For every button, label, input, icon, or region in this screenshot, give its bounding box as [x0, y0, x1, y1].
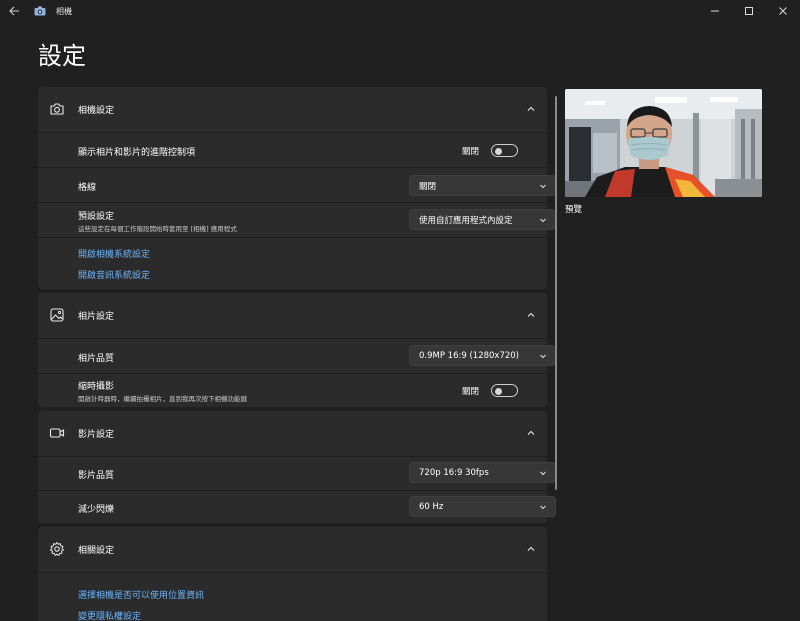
preview-label: 預覽 — [565, 205, 583, 215]
close-icon[interactable] — [766, 0, 800, 22]
dropdown-value: 使用自訂應用程式內設定 — [419, 215, 513, 226]
flicker-reduction-dropdown[interactable]: 60 Hz — [409, 496, 556, 517]
row-description: 開啟計時器時，繼續拍攝相片，直到我再次按下相機功能鍵 — [78, 395, 247, 403]
gridlines-dropdown[interactable]: 關閉 — [409, 175, 556, 196]
row-description: 這些設定在每個工作階段開始時套用至 [相機] 應用程式 — [78, 225, 237, 233]
section-title: 相關設定 — [78, 545, 115, 556]
links-row: 開啟相機系統設定 開啟音訊系統設定 — [38, 237, 547, 289]
app-title: 相機 — [56, 6, 72, 16]
related-links-row: 選擇相機是否可以使用位置資訊 變更隱私權設定 — [38, 572, 547, 621]
gridlines-row: 格線 關閉 — [38, 167, 556, 201]
section-title: 影片設定 — [78, 429, 115, 440]
location-permission-link[interactable]: 選擇相機是否可以使用位置資訊 — [78, 588, 204, 601]
related-settings-header[interactable]: 相關設定 — [38, 527, 547, 571]
row-label: 預設設定 — [78, 212, 115, 222]
gear-icon — [49, 541, 65, 557]
section-title: 相機設定 — [78, 105, 115, 116]
chevron-up-icon[interactable] — [525, 309, 537, 321]
video-quality-dropdown[interactable]: 720p 16:9 30fps — [409, 462, 556, 483]
row-label: 格線 — [78, 183, 97, 193]
minimize-icon[interactable] — [698, 0, 732, 22]
timelapse-row: 縮時攝影 開啟計時器時，繼續拍攝相片，直到我再次按下相機功能鍵 關閉 — [38, 373, 547, 407]
dropdown-value: 0.9MP 16:9 (1280x720) — [419, 350, 519, 361]
maximize-icon[interactable] — [732, 0, 766, 22]
photo-settings-panel: 相片設定 相片品質 0.9MP 16:9 (1280x720) 縮時攝影 開啟計… — [38, 293, 556, 407]
photo-icon — [49, 307, 65, 323]
page-title: 設定 — [38, 42, 86, 70]
toggle-state-text: 關閉 — [461, 146, 479, 157]
camera-preview — [565, 89, 762, 197]
chevron-down-icon — [539, 469, 547, 477]
dropdown-value: 720p 16:9 30fps — [419, 467, 489, 478]
video-settings-panel: 影片設定 影片品質 720p 16:9 30fps 減少閃爍 60 Hz — [38, 411, 556, 523]
timelapse-toggle[interactable] — [491, 384, 518, 397]
video-quality-row: 影片品質 720p 16:9 30fps — [38, 456, 556, 489]
chevron-down-icon — [539, 216, 547, 224]
open-camera-system-settings-link[interactable]: 開啟相機系統設定 — [78, 247, 150, 260]
chevron-down-icon — [539, 503, 547, 511]
camera-app-icon — [34, 6, 46, 16]
camera-settings-header[interactable]: 相機設定 — [38, 87, 547, 131]
photo-quality-row: 相片品質 0.9MP 16:9 (1280x720) — [38, 338, 556, 372]
row-label: 相片品質 — [78, 354, 115, 364]
row-label: 影片品質 — [78, 471, 115, 481]
photo-quality-dropdown[interactable]: 0.9MP 16:9 (1280x720) — [409, 345, 556, 366]
chevron-up-icon[interactable] — [525, 543, 537, 555]
chevron-down-icon — [539, 182, 547, 190]
advanced-controls-row: 顯示相片和影片的進階控制項 關閉 — [38, 132, 547, 166]
title-bar: 相機 — [0, 0, 800, 22]
privacy-settings-link[interactable]: 變更隱私權設定 — [78, 609, 141, 621]
flicker-reduction-row: 減少閃爍 60 Hz — [38, 490, 556, 523]
toggle-state-text: 關閉 — [461, 386, 479, 397]
chevron-up-icon[interactable] — [525, 427, 537, 439]
default-settings-row: 預設設定 這些設定在每個工作階段開始時套用至 [相機] 應用程式 使用自訂應用程… — [38, 202, 556, 236]
video-settings-header[interactable]: 影片設定 — [38, 411, 547, 455]
scrollbar[interactable] — [555, 96, 557, 490]
camera-icon — [49, 101, 65, 117]
back-arrow-icon[interactable] — [0, 0, 28, 22]
row-label: 減少閃爍 — [78, 505, 115, 515]
open-audio-system-settings-link[interactable]: 開啟音訊系統設定 — [78, 268, 150, 281]
row-label: 縮時攝影 — [78, 382, 115, 392]
chevron-up-icon[interactable] — [525, 103, 537, 115]
video-icon — [49, 425, 65, 441]
section-title: 相片設定 — [78, 311, 115, 322]
dropdown-value: 60 Hz — [419, 501, 444, 512]
related-settings-panel: 相關設定 選擇相機是否可以使用位置資訊 變更隱私權設定 — [38, 527, 547, 621]
camera-settings-panel: 相機設定 顯示相片和影片的進階控制項 關閉 格線 關閉 預設設定 這些設定在每個… — [38, 87, 556, 289]
advanced-controls-toggle[interactable] — [491, 144, 518, 157]
photo-settings-header[interactable]: 相片設定 — [38, 293, 547, 337]
default-settings-dropdown[interactable]: 使用自訂應用程式內設定 — [409, 209, 556, 230]
chevron-down-icon — [539, 352, 547, 360]
row-label: 顯示相片和影片的進階控制項 — [78, 148, 196, 158]
dropdown-value: 關閉 — [419, 181, 437, 192]
